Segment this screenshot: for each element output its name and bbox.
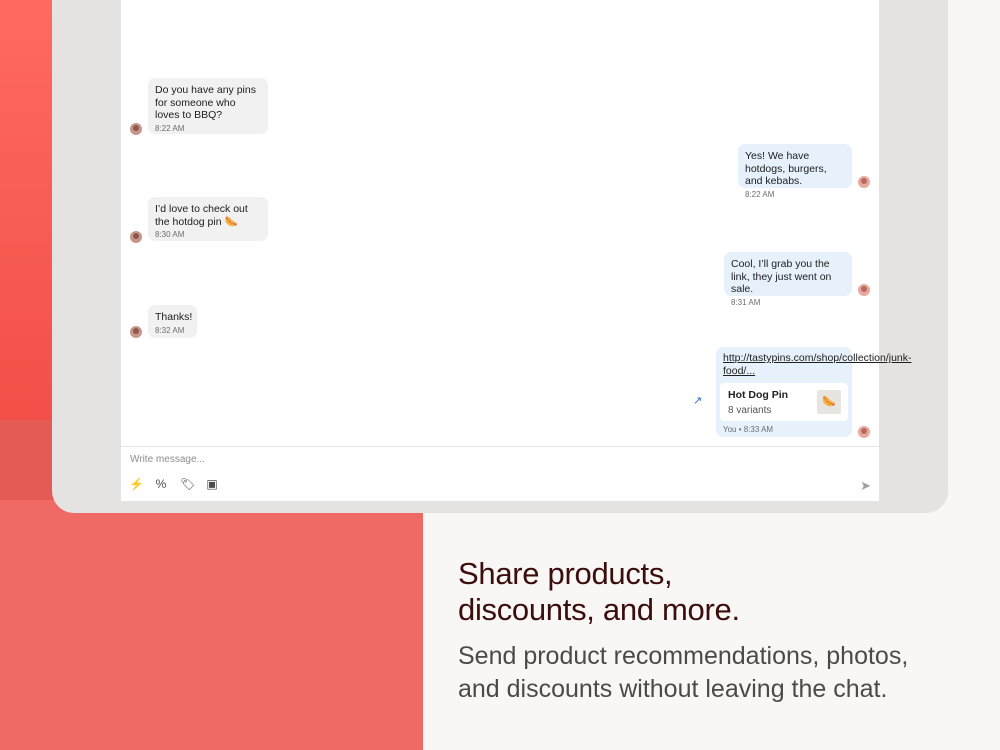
customer-avatar [130, 326, 142, 338]
message-text: Thanks! [155, 311, 193, 323]
headline: Share products, discounts, and more. [458, 556, 938, 628]
message-time: 8:32 AM [155, 325, 185, 335]
headline-line-2: discounts, and more. [458, 592, 740, 627]
message-text: I’d love to check out the hotdog pin 🌭 [155, 203, 248, 228]
marketing-panel [423, 513, 1000, 750]
message-time: 8:31 AM [731, 297, 761, 307]
send-icon[interactable]: ➤ [860, 478, 871, 494]
message-meta: You • 8:33 AM [723, 425, 774, 434]
product-thumbnail: 🌭 [817, 390, 841, 414]
message-time: 8:22 AM [155, 123, 185, 133]
message-bubble: I’d love to check out the hotdog pin 🌭 8… [148, 197, 268, 241]
product-message-bubble: http://tastypins.com/shop/collection/jun… [716, 347, 912, 437]
product-link[interactable]: http://tastypins.com/shop/collection/jun… [720, 352, 912, 377]
image-icon[interactable]: ▣ [205, 477, 219, 491]
message-input[interactable]: Write message... [130, 454, 205, 465]
lightning-icon[interactable]: ⚡ [129, 477, 144, 491]
message-text: Cool, I’ll grab you the link, they just … [731, 258, 832, 295]
message-text: Yes! We have hotdogs, burgers, and kebab… [745, 150, 827, 187]
merchant-avatar [858, 176, 870, 188]
discount-icon[interactable]: % [154, 477, 168, 491]
headline-line-1: Share products, [458, 556, 673, 591]
red-background-bottom [0, 500, 423, 750]
message-time: 8:22 AM [745, 189, 775, 199]
merchant-avatar [858, 426, 870, 438]
subheadline-line-2: and discounts without leaving the chat. [458, 675, 888, 703]
message-bubble: Do you have any pins for someone who lov… [148, 78, 268, 134]
message-composer: Write message... ⚡ % 🏷 ▣ ➤ [121, 446, 879, 501]
message-bubble: Thanks! 8:32 AM [148, 305, 197, 338]
message-bubble: Cool, I’ll grab you the link, they just … [724, 252, 852, 307]
customer-avatar [130, 231, 142, 243]
message-time: 8:30 AM [155, 230, 185, 239]
share-link-icon[interactable]: ↗ [693, 394, 702, 407]
message-bubble: Yes! We have hotdogs, burgers, and kebab… [738, 144, 852, 199]
tag-icon[interactable]: 🏷 [180, 477, 195, 491]
subheadline: Send product recommendations, photos, an… [458, 640, 978, 706]
red-background-strip [0, 420, 60, 504]
subheadline-line-1: Send product recommendations, photos, [458, 642, 909, 670]
merchant-avatar [858, 284, 870, 296]
product-card[interactable]: Hot Dog Pin 8 variants 🌭 [720, 383, 848, 421]
customer-avatar [130, 123, 142, 135]
message-text: Do you have any pins for someone who lov… [155, 84, 256, 121]
